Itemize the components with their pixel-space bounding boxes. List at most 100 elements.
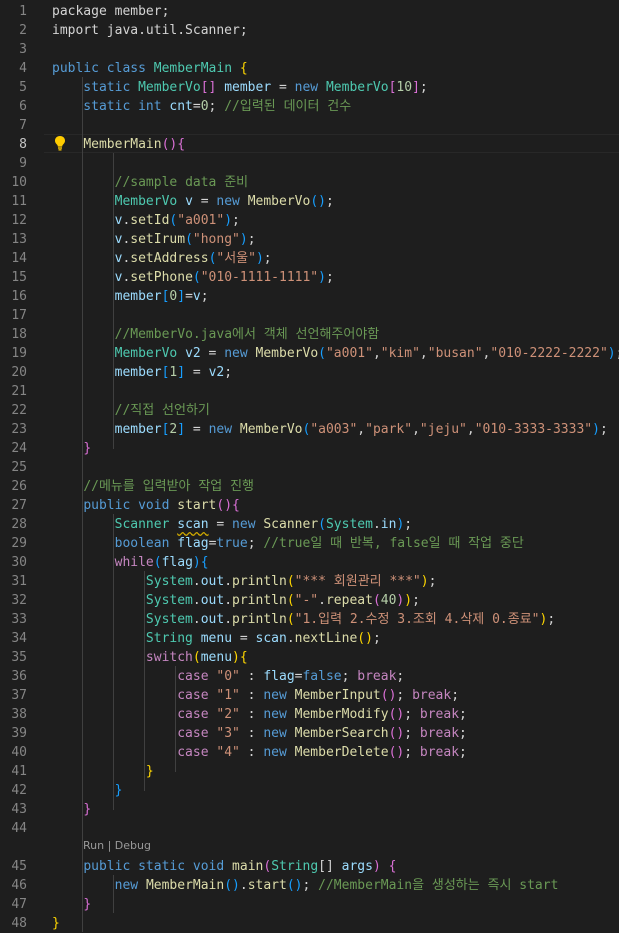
code-line[interactable]: 13 v.setIrum("hong"); <box>0 230 619 249</box>
code-line[interactable]: 43 } <box>0 800 619 819</box>
code-line[interactable]: 48} <box>0 914 619 933</box>
code-token: ( <box>286 574 295 589</box>
code-line[interactable]: 36 case "0" : flag=false; break; <box>0 667 619 686</box>
code-line[interactable]: 42 } <box>0 781 619 800</box>
code-line[interactable]: 7 <box>0 116 619 135</box>
code-token: System <box>325 517 373 532</box>
line-number: 33 <box>11 612 27 627</box>
code-line[interactable]: 38 case "2" : new MemberModify(); break; <box>0 705 619 724</box>
code-text: Scanner scan = new Scanner(System.in); <box>52 515 412 534</box>
code-text: member[2] = new MemberVo("a003","park","… <box>52 420 608 439</box>
code-token: ; <box>404 745 420 760</box>
code-line[interactable]: 25 <box>0 458 619 477</box>
code-line[interactable]: 31 System.out.println("*** 회원관리 ***"); <box>0 572 619 591</box>
code-line[interactable]: 18 //MemberVo.java에서 객체 선언해주어야함 <box>0 325 619 344</box>
line-number: 37 <box>11 688 27 703</box>
code-line[interactable]: 19 MemberVo v2 = new MemberVo("a001","ki… <box>0 344 619 363</box>
code-line[interactable]: 47 } <box>0 895 619 914</box>
code-line[interactable]: 30 while(flag){ <box>0 553 619 572</box>
code-line[interactable]: 40 case "4" : new MemberDelete(); break; <box>0 743 619 762</box>
code-line[interactable]: 41 } <box>0 762 619 781</box>
code-token: ) <box>224 498 233 513</box>
code-token: break <box>419 745 460 760</box>
code-line[interactable]: 35 switch(menu){ <box>0 648 619 667</box>
line-number: 7 <box>19 118 27 133</box>
code-line[interactable]: 12 v.setId("a001"); <box>0 211 619 230</box>
code-token: new <box>216 194 248 209</box>
code-line[interactable]: 26 //메뉴를 입력받아 작업 진행 <box>0 477 619 496</box>
code-line[interactable]: 16 member[0]=v; <box>0 287 619 306</box>
code-line[interactable]: 14 v.setAddress("서울"); <box>0 249 619 268</box>
code-line[interactable]: 2 import java.util.Scanner; <box>0 21 619 40</box>
code-token: . <box>192 574 201 589</box>
code-token: case <box>177 669 217 684</box>
line-number: 36 <box>11 669 27 684</box>
code-token: = <box>185 365 209 380</box>
code-line[interactable]: 37 case "1" : new MemberInput(); break; <box>0 686 619 705</box>
code-token: = <box>271 80 295 95</box>
code-token: v <box>185 194 193 209</box>
line-number: 44 <box>11 821 27 836</box>
code-line[interactable]: 44 <box>0 819 619 838</box>
code-line[interactable]: 28 Scanner scan = new Scanner(System.in)… <box>0 515 619 534</box>
code-line[interactable]: 4 public class MemberMain { <box>0 59 619 78</box>
code-token: new <box>263 745 295 760</box>
code-editor[interactable]: 1 package member; 2 import java.util.Scanne… <box>0 0 619 932</box>
code-line[interactable]: 6 static int cnt=0; //입력된 데이터 건수 <box>0 97 619 116</box>
code-line[interactable]: 8 MemberMain(){ <box>0 135 619 154</box>
code-line[interactable]: 27 public void start(){ <box>0 496 619 515</box>
code-token: "0" <box>216 669 240 684</box>
code-line[interactable]: 29 boolean flag=true; //true일 때 반복, fals… <box>0 534 619 553</box>
code-line[interactable]: 15 v.setPhone("010-1111-1111"); <box>0 268 619 287</box>
code-line[interactable]: 24 } <box>0 439 619 458</box>
code-token: : <box>239 688 264 703</box>
code-line[interactable]: 22 //직접 선언하기 <box>0 401 619 420</box>
code-line[interactable]: 46 new MemberMain().start(); //MemberMai… <box>0 876 619 895</box>
code-token: "-" <box>294 593 319 608</box>
code-token: MemberDelete <box>294 745 389 760</box>
code-line[interactable]: 34 String menu = scan.nextLine(); <box>0 629 619 648</box>
code-token: . <box>239 878 248 893</box>
line-number: 47 <box>11 897 27 912</box>
code-token: ; <box>459 707 467 722</box>
code-token: : <box>239 669 264 684</box>
code-line[interactable]: 21 <box>0 382 619 401</box>
line-number: 38 <box>11 707 27 722</box>
code-line[interactable]: 9 <box>0 154 619 173</box>
code-line[interactable]: 20 member[1] = v2; <box>0 363 619 382</box>
code-text: } <box>52 914 60 933</box>
code-line[interactable]: 39 case "3" : new MemberSearch(); break; <box>0 724 619 743</box>
code-line[interactable]: 23 member[2] = new MemberVo("a003","park… <box>0 420 619 439</box>
code-line[interactable]: 11 MemberVo v = new MemberVo(); <box>0 192 619 211</box>
code-token: repeat <box>325 593 373 608</box>
code-line[interactable]: 32 System.out.println("-".repeat(40)); <box>0 591 619 610</box>
code-token: ; <box>200 289 209 304</box>
code-line[interactable]: 5 static MemberVo[] member = new MemberV… <box>0 78 619 97</box>
code-token: "hong" <box>192 232 240 247</box>
code-text: public void start(){ <box>52 496 240 515</box>
code-token: new <box>224 346 256 361</box>
code-token: { <box>239 61 248 76</box>
code-line[interactable]: 3 <box>0 40 619 59</box>
code-token: new <box>114 878 146 893</box>
codelens-run-debug[interactable]: Run | Debug <box>83 837 151 855</box>
code-token: "*** 회원관리 ***" <box>294 574 421 589</box>
code-line[interactable]: 33 System.out.println("1.입력 2.수정 3.조회 4.… <box>0 610 619 629</box>
code-token: start <box>177 498 217 513</box>
code-token: [] <box>318 859 342 874</box>
code-token: "2" <box>216 707 240 722</box>
code-line[interactable]: 45 public static void main(String[] args… <box>0 857 619 876</box>
code-token: "park" <box>365 422 413 437</box>
code-line[interactable]: 10 //sample data 준비 <box>0 173 619 192</box>
code-text: //메뉴를 입력받아 작업 진행 <box>52 477 254 496</box>
code-token: { <box>232 498 240 513</box>
code-line[interactable]: 1 package member; <box>0 2 619 21</box>
code-token: : <box>239 726 264 741</box>
lightbulb-icon[interactable] <box>54 135 66 151</box>
code-token: "a003" <box>310 422 358 437</box>
code-line[interactable]: 17 <box>0 306 619 325</box>
